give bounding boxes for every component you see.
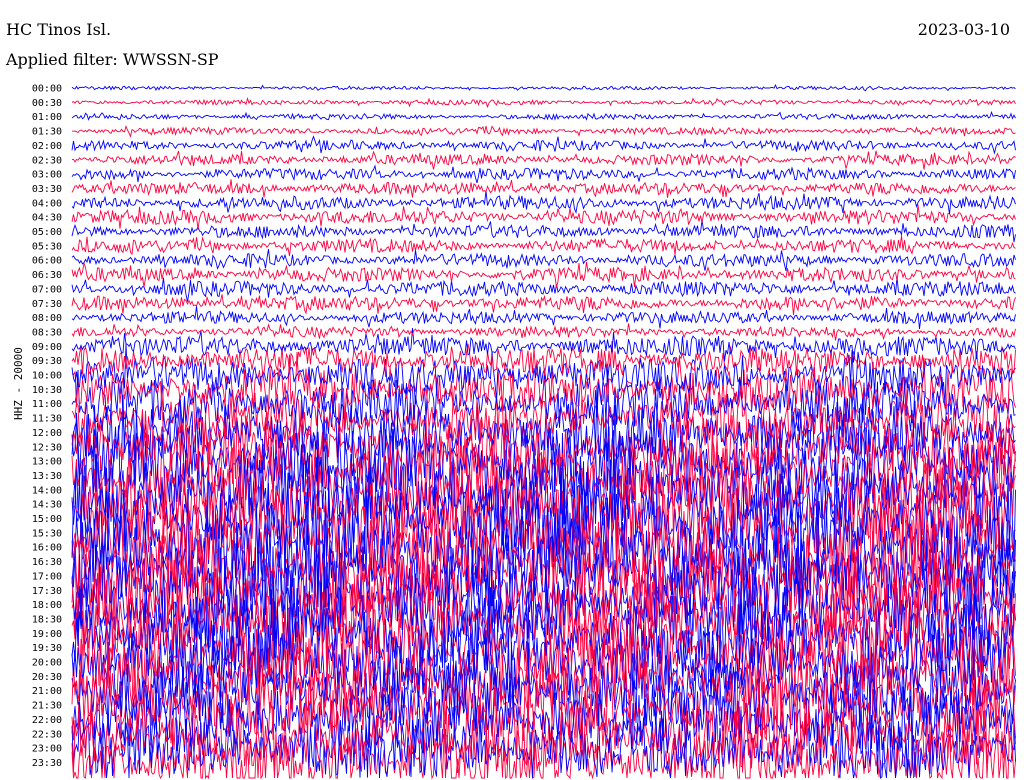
time-label: 00:30 (32, 98, 62, 109)
time-label: 23:00 (32, 744, 62, 755)
time-label: 17:30 (32, 586, 62, 597)
time-label: 21:00 (32, 686, 62, 697)
time-label: 05:30 (32, 241, 62, 252)
time-label: 23:30 (32, 758, 62, 769)
time-label: 05:00 (32, 227, 62, 238)
time-label-group: 00:00 00:30 01:00 01:30 02:00 02:30 03:00 03:30… (32, 84, 62, 769)
time-label: 09:30 (32, 356, 62, 367)
time-label: 03:30 (32, 184, 62, 195)
time-label: 14:30 (32, 500, 62, 511)
time-label: 18:00 (32, 600, 62, 611)
time-label: 20:30 (32, 672, 62, 683)
trace-row-0330 (71, 179, 1016, 198)
time-label: 13:00 (32, 457, 62, 468)
trace-row-0000 (71, 84, 1016, 92)
trace-row-0800 (71, 306, 1016, 329)
time-label: 00:00 (32, 84, 62, 95)
time-label: 07:30 (32, 299, 62, 310)
time-label: 11:00 (32, 399, 62, 410)
trace-row-0230 (71, 150, 1016, 170)
trace-row-0530 (71, 235, 1016, 257)
time-label: 02:00 (32, 141, 62, 152)
time-label: 17:00 (32, 571, 62, 582)
time-label: 04:30 (32, 213, 62, 224)
channel-label: HHZ - 20000 (12, 347, 25, 420)
trace-row-0130 (71, 125, 1016, 138)
time-label: 19:00 (32, 629, 62, 640)
trace-row-0430 (71, 204, 1016, 230)
time-label: 01:00 (32, 112, 62, 123)
time-label: 06:00 (32, 256, 62, 267)
time-label: 18:30 (32, 614, 62, 625)
time-label: 10:30 (32, 385, 62, 396)
trace-row-0730 (71, 294, 1016, 316)
time-label: 22:30 (32, 729, 62, 740)
time-label: 08:00 (32, 313, 62, 324)
trace-row-0500 (71, 220, 1016, 243)
time-label: 02:30 (32, 155, 62, 166)
trace-row-0830 (71, 323, 1016, 341)
time-label: 15:30 (32, 528, 62, 539)
time-label: 19:30 (32, 643, 62, 654)
trace-row-0300 (71, 164, 1016, 184)
time-label: 14:00 (32, 485, 62, 496)
time-label: 12:00 (32, 428, 62, 439)
time-label: 12:30 (32, 442, 62, 453)
trace-row-0030 (71, 96, 1016, 109)
time-label: 22:00 (32, 715, 62, 726)
time-label: 15:00 (32, 514, 62, 525)
time-label: 16:30 (32, 557, 62, 568)
time-label: 13:30 (32, 471, 62, 482)
helicorder-plot: 00:00 00:30 01:00 01:30 02:00 02:30 03:00 03:30… (32, 84, 1016, 780)
time-label: 08:30 (32, 327, 62, 338)
time-label: 16:00 (32, 543, 62, 554)
time-label: 04:00 (32, 198, 62, 209)
trace-row-0400 (71, 190, 1016, 215)
time-label: 10:00 (32, 371, 62, 382)
time-label: 06:30 (32, 270, 62, 281)
time-label: 03:00 (32, 170, 62, 181)
trace-row-0200 (71, 135, 1016, 155)
time-label: 07:00 (32, 284, 62, 295)
time-label: 01:30 (32, 127, 62, 138)
time-label: 21:30 (32, 701, 62, 712)
trace-row-0100 (71, 110, 1016, 121)
time-label: 11:30 (32, 414, 62, 425)
time-label: 09:00 (32, 342, 62, 353)
trace-group (71, 84, 1016, 780)
time-label: 20:00 (32, 658, 62, 669)
